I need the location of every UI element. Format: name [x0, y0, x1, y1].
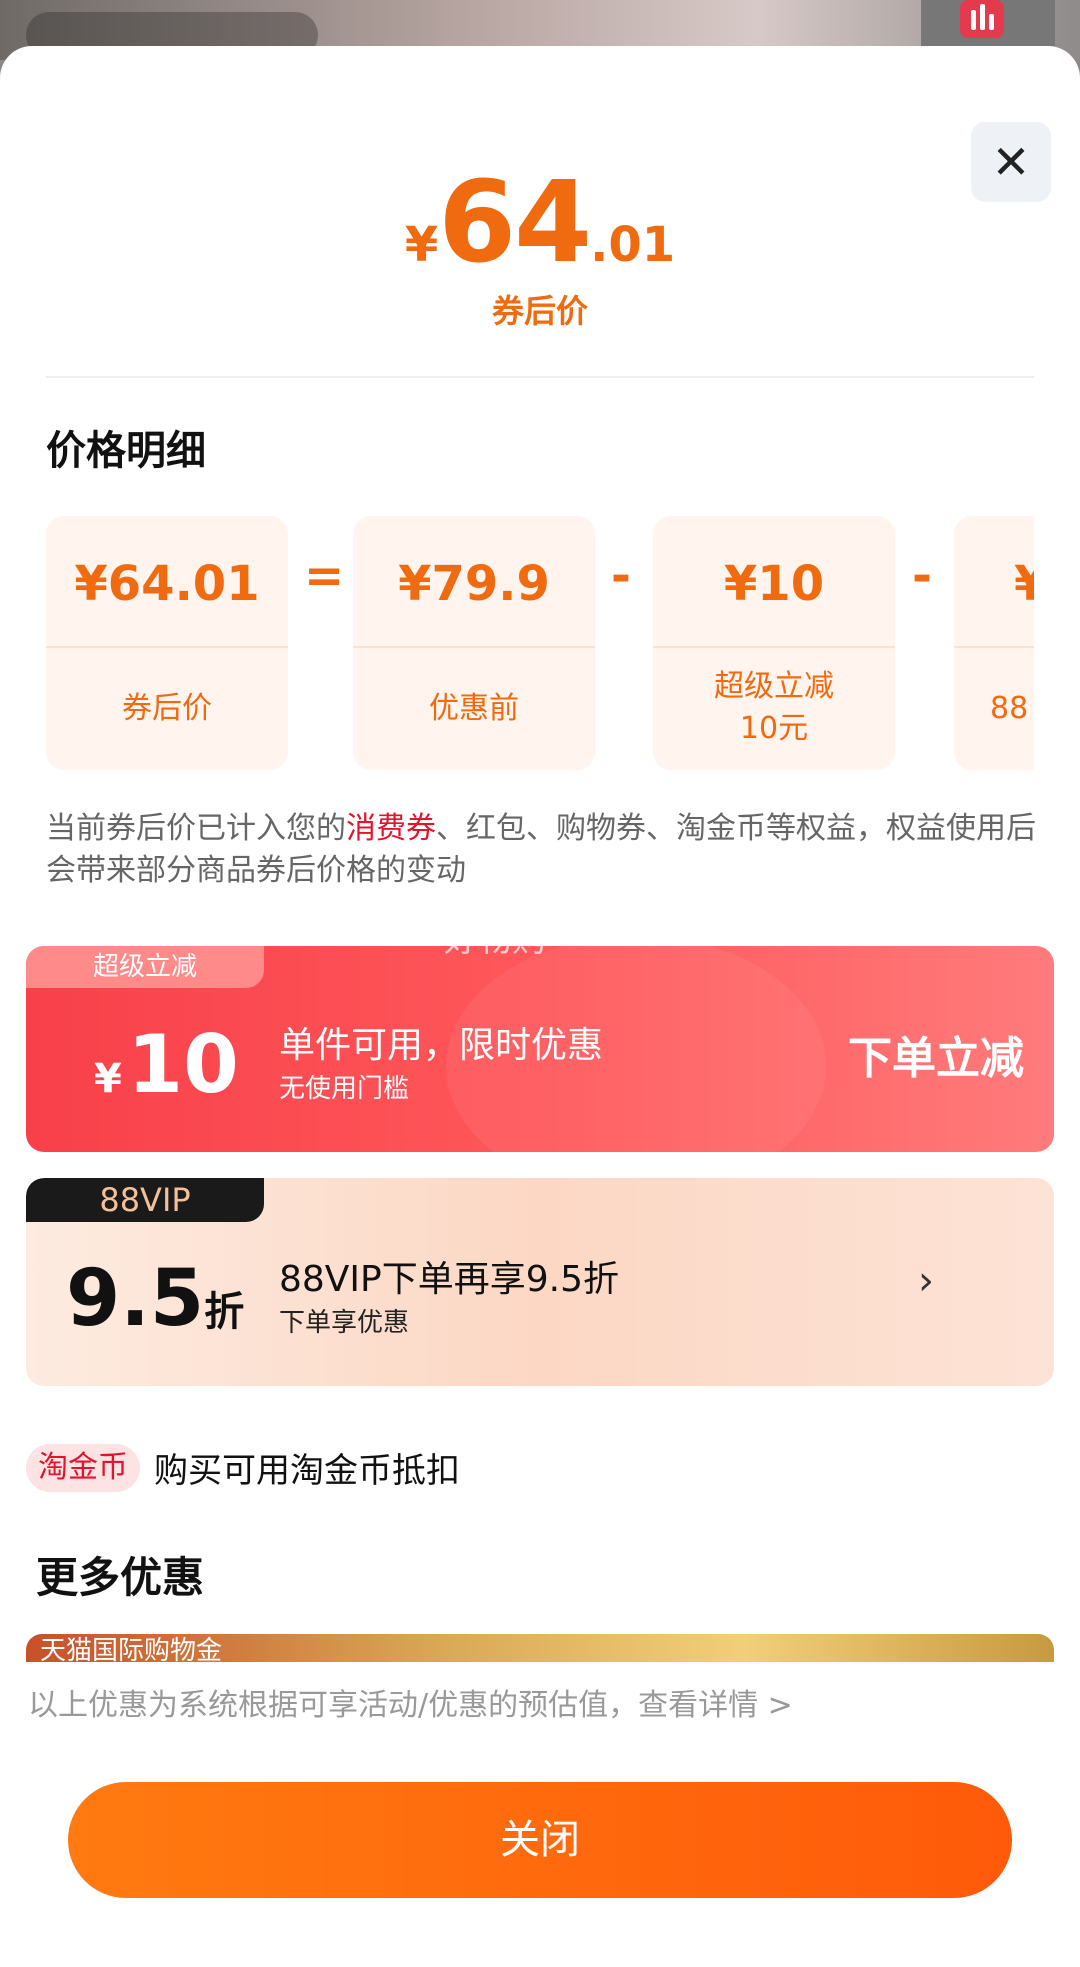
breakdown-card-super-discount: ¥10 超级立减 10元: [653, 516, 895, 770]
vip-discount-value: 9.5折: [66, 1254, 244, 1344]
breakdown-title: 价格明细: [46, 428, 206, 474]
card-label: 超级立减 10元: [714, 669, 834, 746]
divider: [46, 376, 1034, 378]
minus-operator: -: [611, 548, 631, 604]
price-decimal: .01: [590, 217, 676, 273]
close-button[interactable]: 关闭: [68, 1782, 1012, 1898]
super-discount-subtitle: 无使用门槛: [279, 1074, 410, 1104]
card-divider: [653, 646, 895, 648]
card-label: 88: [990, 691, 1029, 726]
super-discount-title: 单件可用，限时优惠: [279, 1025, 604, 1066]
minus-operator: -: [912, 548, 932, 604]
card-label: 券后价: [122, 691, 212, 726]
super-discount-card[interactable]: 超级立减 ¥ 10 单件可用，限时优惠 无使用门槛 下单立减: [26, 946, 1054, 1152]
currency-symbol: ¥: [94, 1056, 122, 1102]
card-divider: [353, 646, 595, 648]
price-note: 当前券后价已计入您的消费券、红包、购物券、淘金币等权益，权益使用后会带来部分商品…: [46, 808, 1036, 892]
breakdown-card-original: ¥79.9 优惠前: [353, 516, 595, 770]
super-discount-amount: ¥ 10: [94, 1018, 239, 1111]
price-breakdown: ¥64.01 券后价 = ¥79.9 优惠前 - ¥10 超级立减 10元 - …: [46, 516, 1034, 770]
final-price-label: 券后价: [491, 292, 588, 330]
vip-discount-card[interactable]: 88VIP 9.5折 88VIP下单再享9.5折 下单享优惠 ›: [26, 1178, 1054, 1386]
equals-operator: =: [304, 548, 345, 604]
tmall-global-card[interactable]: 天猫国际购物金: [26, 1634, 1054, 1662]
vip-tag: 88VIP: [26, 1178, 264, 1222]
price-integer: 64: [438, 158, 592, 288]
card-amount: ¥10: [723, 556, 825, 612]
amount-value: 10: [127, 1018, 239, 1111]
final-price: ¥64.01: [0, 158, 1080, 288]
card-divider: [954, 646, 1034, 648]
taojinbi-row: 淘金币 购买可用淘金币抵扣: [26, 1443, 460, 1492]
card-divider: [46, 646, 288, 648]
breakdown-card-88vip: ¥ 88: [954, 516, 1034, 770]
vip-subtitle: 下单享优惠: [279, 1308, 410, 1338]
note-text: 当前券后价已计入您的: [46, 811, 346, 846]
discount-number: 9.5: [66, 1254, 205, 1344]
watermark: 好物购: [444, 920, 546, 960]
more-offers-title: 更多优惠: [36, 1553, 205, 1602]
card-amount: ¥: [1014, 556, 1034, 612]
disclaimer-link[interactable]: 以上优惠为系统根据可享活动/优惠的预估值，查看详情 >: [28, 1680, 793, 1724]
chart-icon: [960, 0, 1004, 38]
card-amount: ¥64.01: [74, 556, 260, 612]
discount-unit: 折: [204, 1289, 245, 1335]
card-label: 优惠前: [429, 691, 519, 726]
breakdown-card-final: ¥64.01 券后价: [46, 516, 288, 770]
taojinbi-badge: 淘金币: [26, 1443, 140, 1492]
order-discount-cta[interactable]: 下单立减: [848, 1022, 1024, 1086]
currency-symbol: ¥: [404, 217, 439, 273]
card-amount: ¥79.9: [398, 556, 550, 612]
taojinbi-text: 购买可用淘金币抵扣: [154, 1451, 460, 1491]
vip-title: 88VIP下单再享9.5折: [279, 1259, 620, 1300]
tmall-global-label: 天猫国际购物金: [40, 1636, 223, 1662]
super-discount-tag: 超级立减: [26, 946, 264, 988]
chevron-right-icon[interactable]: ›: [918, 1258, 934, 1304]
consumer-coupon-link[interactable]: 消费券: [346, 811, 436, 846]
